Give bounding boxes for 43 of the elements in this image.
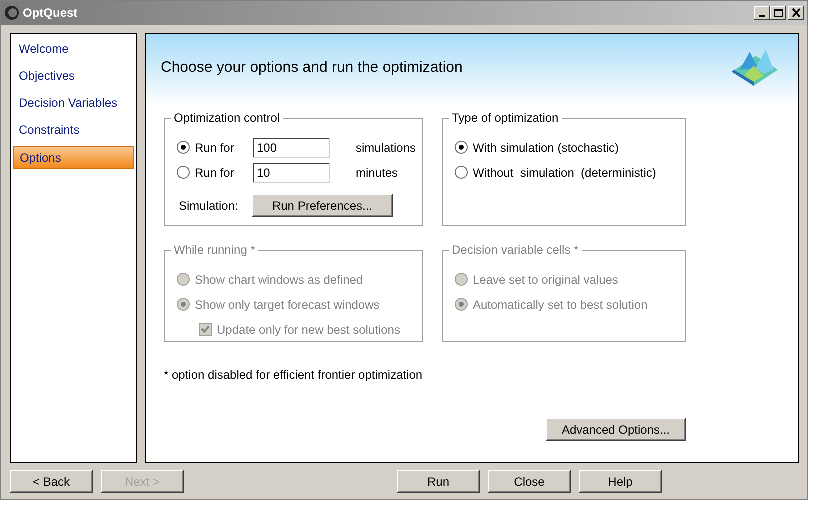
app-icon bbox=[4, 5, 20, 21]
radio-button[interactable] bbox=[177, 141, 190, 154]
option-label: Run for bbox=[195, 140, 236, 156]
option-label: With simulation (stochastic) bbox=[473, 140, 620, 156]
group-title: While running * bbox=[171, 243, 258, 258]
footer-button[interactable]: Run bbox=[397, 470, 480, 493]
run-preferences-button[interactable]: Run Preferences... bbox=[252, 194, 393, 217]
group-title: Type of optimization bbox=[449, 111, 562, 126]
input-field[interactable]: 100 bbox=[253, 138, 330, 158]
close-button[interactable] bbox=[788, 6, 804, 20]
option-label: Run for bbox=[195, 164, 236, 182]
footer-button[interactable]: < Back bbox=[10, 470, 93, 493]
footer-button[interactable]: Close bbox=[488, 470, 571, 493]
sidebar-item[interactable]: Constraints bbox=[13, 119, 134, 142]
option-label: Update only for new best solutions bbox=[217, 322, 400, 338]
sidebar-item[interactable]: Welcome bbox=[13, 38, 134, 61]
sidebar-item[interactable]: Objectives bbox=[13, 65, 134, 88]
option-label: Without simulation (deterministic) bbox=[473, 164, 656, 182]
option-label: Show only target forecast windows bbox=[195, 296, 380, 314]
sidebar-item[interactable]: Options bbox=[13, 146, 134, 169]
footnote: * option disabled for efficient frontier optimization bbox=[164, 367, 423, 384]
option-label: Leave set to original values bbox=[473, 272, 618, 288]
input-field[interactable]: 10 bbox=[253, 162, 330, 182]
window-title: OptQuest bbox=[23, 5, 79, 22]
radio-button[interactable] bbox=[455, 141, 468, 154]
maximize-button[interactable] bbox=[770, 6, 786, 20]
surface-logo-icon bbox=[730, 48, 780, 88]
unit-label: simulations bbox=[356, 140, 416, 156]
radio-button[interactable] bbox=[177, 166, 190, 179]
maximize-icon bbox=[772, 8, 784, 18]
minimize-button[interactable] bbox=[754, 6, 770, 20]
group-title: Optimization control bbox=[171, 111, 284, 126]
field-label: Simulation: bbox=[178, 198, 240, 214]
sidebar-item[interactable]: Decision Variables bbox=[13, 92, 134, 115]
radio-button[interactable] bbox=[455, 166, 468, 179]
footer-button[interactable]: Help bbox=[579, 470, 662, 493]
unit-label: minutes bbox=[356, 164, 398, 182]
minimize-icon bbox=[759, 15, 765, 17]
close-icon bbox=[790, 8, 802, 18]
option-label: Show chart windows as defined bbox=[195, 272, 364, 288]
advanced-options-button[interactable]: Advanced Options... bbox=[546, 418, 686, 441]
page-title: Choose your options and run the optimization bbox=[161, 58, 463, 78]
option-label: Automatically set to best solution bbox=[473, 296, 648, 314]
